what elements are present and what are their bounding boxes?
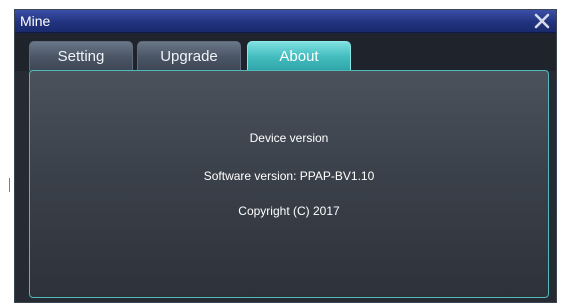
tab-upgrade[interactable]: Upgrade	[137, 41, 241, 71]
title-bar: Mine	[15, 10, 556, 33]
about-panel: Device version Software version: PPAP-BV…	[29, 70, 549, 298]
left-edge-line	[9, 178, 10, 192]
close-button[interactable]	[533, 12, 551, 30]
close-icon	[534, 13, 550, 29]
tab-about[interactable]: About	[247, 41, 351, 71]
tab-bar: Setting Upgrade About	[15, 33, 556, 71]
copyright-label: Copyright (C) 2017	[238, 204, 340, 218]
mine-window: Mine Setting Upgrade About Device versio…	[14, 9, 557, 303]
software-version-label: Software version: PPAP-BV1.10	[203, 169, 375, 183]
device-version-label: Device version	[249, 131, 329, 145]
window-title: Mine	[20, 13, 51, 29]
tab-setting[interactable]: Setting	[29, 41, 133, 71]
